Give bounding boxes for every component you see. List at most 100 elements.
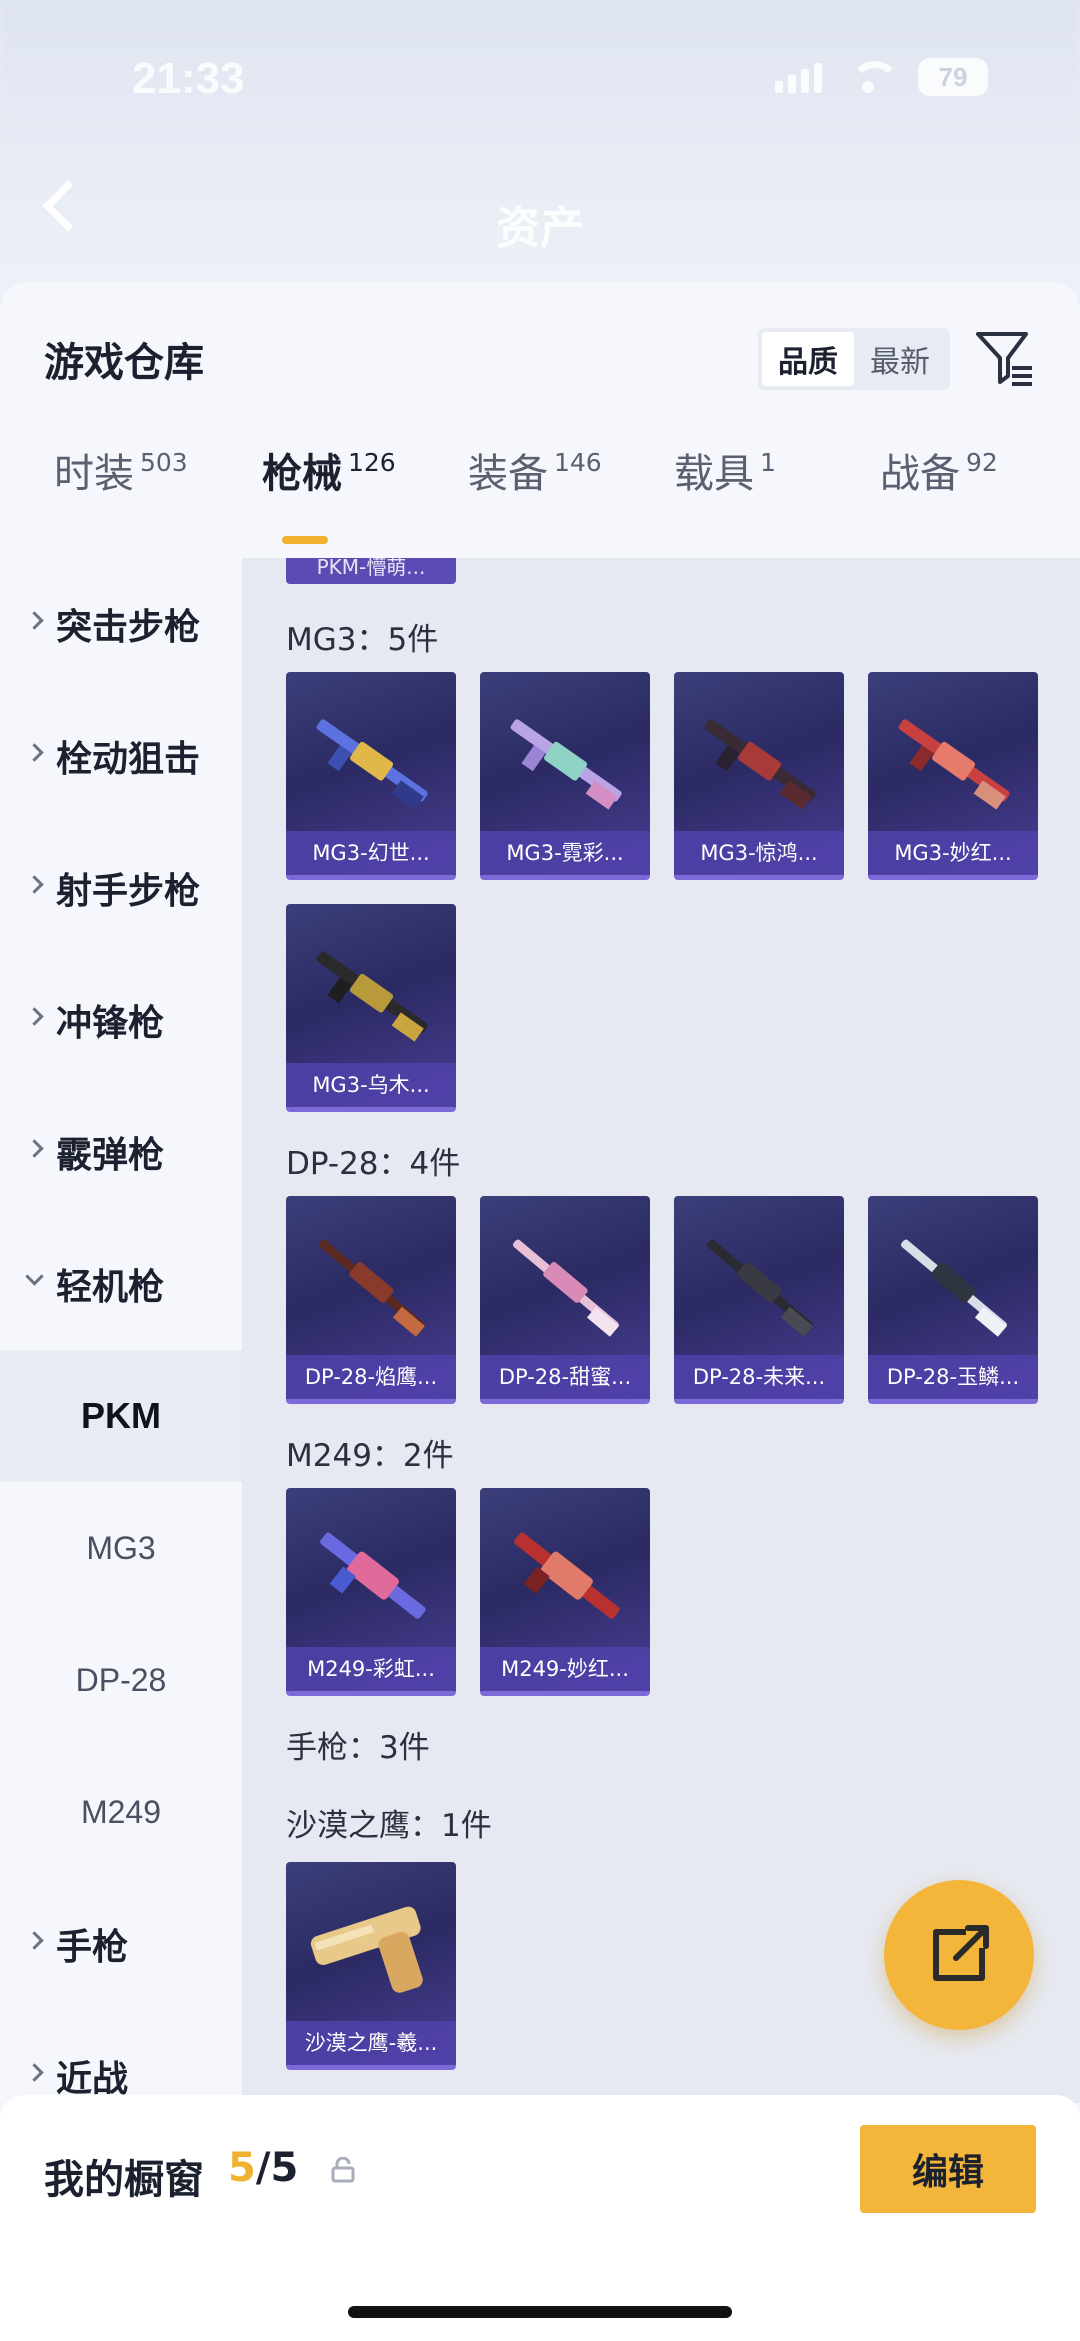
sidebar-item-assault-rifle[interactable]: 突击步枪 bbox=[0, 558, 242, 690]
sidebar-item-label: 栓动狙击 bbox=[56, 739, 201, 780]
chevron-right-icon bbox=[25, 1007, 44, 1026]
active-tab-indicator bbox=[282, 536, 328, 544]
sidebar-item-bolt-sniper[interactable]: 栓动狙击 bbox=[0, 690, 242, 822]
sidebar-item-label: 突击步枪 bbox=[56, 607, 201, 648]
signal-icon bbox=[775, 61, 822, 93]
item-card[interactable]: MG3-惊鸿... bbox=[674, 672, 844, 880]
group-title-mg3: MG3：5件 bbox=[286, 622, 439, 658]
item-card[interactable]: MG3-霓彩... bbox=[480, 672, 650, 880]
category-tabs: 时装 503 枪械 126 装备 146 载具 1 战备 92 bbox=[0, 432, 1080, 542]
group-title-pistol: 手枪：3件 bbox=[286, 1730, 430, 1766]
tab-label: 枪械 bbox=[262, 451, 342, 497]
sidebar-item-label: 轻机枪 bbox=[56, 1267, 165, 1308]
tab-costume[interactable]: 时装 503 bbox=[54, 432, 188, 542]
item-card-caption: MG3-妙红... bbox=[868, 831, 1038, 875]
battery-icon: 79 bbox=[918, 58, 988, 96]
showcase-current: 5 bbox=[228, 2145, 256, 2191]
lmg-skin-icon bbox=[514, 1532, 620, 1619]
sidebar-item-lmg[interactable]: 轻机枪 bbox=[0, 1218, 242, 1350]
item-card[interactable]: M249-妙红... bbox=[480, 1488, 650, 1696]
item-card[interactable]: DP-28-焰鹰... bbox=[286, 1196, 456, 1404]
item-card-caption: 沙漠之鹰-羲... bbox=[286, 2021, 456, 2065]
tab-label: 时装 bbox=[54, 451, 134, 497]
item-card-caption: DP-28-甜蜜... bbox=[480, 1355, 650, 1399]
item-card[interactable]: DP-28-未来... bbox=[674, 1196, 844, 1404]
lmg-skin-icon bbox=[320, 1532, 426, 1619]
tab-count: 503 bbox=[140, 448, 188, 477]
sort-latest-button[interactable]: 最新 bbox=[854, 332, 946, 386]
lmg-skin-icon bbox=[510, 719, 622, 810]
item-grid: PKM-懵萌... MG3：5件 MG3-幻世... MG3-霓彩... MG3… bbox=[242, 558, 1080, 2103]
group-title-m249: M249：2件 bbox=[286, 1438, 454, 1474]
sidebar-item-marksman-rifle[interactable]: 射手步枪 bbox=[0, 822, 242, 954]
sidebar-item-pistol[interactable]: 手枪 bbox=[0, 1878, 242, 2010]
sidebar-subitem-m249[interactable]: M249 bbox=[0, 1746, 242, 1878]
item-card-caption: MG3-幻世... bbox=[286, 831, 456, 875]
sidebar-item-smg[interactable]: 冲锋枪 bbox=[0, 954, 242, 1086]
tab-count: 1 bbox=[760, 448, 776, 477]
tab-vehicles[interactable]: 载具 1 bbox=[674, 432, 776, 542]
page-title: 资产 bbox=[496, 203, 584, 254]
lock-icon bbox=[331, 2157, 355, 2183]
item-card[interactable]: MG3-乌木... bbox=[286, 904, 456, 1112]
tab-battle-gear[interactable]: 战备 92 bbox=[880, 432, 998, 542]
lmg-skin-icon bbox=[316, 719, 428, 810]
lmg-skin-icon bbox=[706, 1239, 813, 1337]
sidebar-item-label: 霰弹枪 bbox=[56, 1135, 165, 1176]
chevron-right-icon bbox=[25, 611, 44, 630]
lmg-skin-icon bbox=[318, 1239, 425, 1337]
chevron-right-icon bbox=[25, 875, 44, 894]
chevron-down-icon bbox=[25, 1267, 44, 1286]
home-indicator bbox=[348, 2306, 732, 2318]
tab-count: 92 bbox=[966, 448, 998, 477]
item-card-caption: M249-妙红... bbox=[480, 1647, 650, 1691]
item-card[interactable]: PKM-懵萌... bbox=[286, 558, 456, 584]
wifi-icon bbox=[848, 61, 900, 93]
lmg-skin-icon bbox=[900, 1239, 1007, 1337]
sort-toggle: 品质 最新 bbox=[758, 328, 950, 390]
status-icons: 79 bbox=[775, 58, 988, 96]
sidebar-item-shotgun[interactable]: 霰弹枪 bbox=[0, 1086, 242, 1218]
item-card-caption: MG3-乌木... bbox=[286, 1063, 456, 1107]
sidebar-item-label: 射手步枪 bbox=[56, 871, 201, 912]
sidebar-subitem-mg3[interactable]: MG3 bbox=[0, 1482, 242, 1614]
tab-label: 战备 bbox=[880, 451, 960, 497]
showcase-total: /5 bbox=[255, 2145, 299, 2191]
tab-firearms[interactable]: 枪械 126 bbox=[262, 432, 396, 542]
group-title-deagle: 沙漠之鹰：1件 bbox=[286, 1808, 492, 1844]
showcase-bar: 我的橱窗 5/5 编辑 bbox=[0, 2095, 1080, 2341]
status-time: 21:33 bbox=[132, 54, 245, 103]
sidebar-item-label: 冲锋枪 bbox=[56, 1003, 165, 1044]
tab-equipment[interactable]: 装备 146 bbox=[468, 432, 602, 542]
item-card[interactable]: M249-彩虹... bbox=[286, 1488, 456, 1696]
tab-label: 装备 bbox=[468, 451, 548, 497]
sidebar-subitem-pkm[interactable]: PKM bbox=[0, 1350, 242, 1482]
sheet-title: 游戏仓库 bbox=[44, 340, 204, 386]
sidebar-subitem-dp28[interactable]: DP-28 bbox=[0, 1614, 242, 1746]
tab-count: 126 bbox=[348, 448, 396, 477]
item-card[interactable]: MG3-幻世... bbox=[286, 672, 456, 880]
lmg-skin-icon bbox=[512, 1239, 619, 1337]
chevron-right-icon bbox=[25, 1139, 44, 1158]
edit-button[interactable]: 编辑 bbox=[860, 2125, 1036, 2213]
item-card-caption: DP-28-未来... bbox=[674, 1355, 844, 1399]
item-card[interactable]: MG3-妙红... bbox=[868, 672, 1038, 880]
status-bar: 21:33 79 bbox=[0, 40, 1080, 120]
warehouse-sheet: 游戏仓库 品质 最新 时装 503 枪械 126 装备 146 载具 1 战备 … bbox=[0, 282, 1080, 2341]
item-card[interactable]: DP-28-玉鳞... bbox=[868, 1196, 1038, 1404]
lmg-skin-icon bbox=[704, 719, 816, 810]
tab-count: 146 bbox=[554, 448, 602, 477]
tab-label: 载具 bbox=[674, 451, 754, 497]
lmg-skin-icon bbox=[316, 951, 428, 1042]
sort-quality-button[interactable]: 品质 bbox=[762, 332, 854, 386]
share-button[interactable] bbox=[884, 1880, 1034, 2030]
item-card[interactable]: 沙漠之鹰-羲... bbox=[286, 1862, 456, 2070]
showcase-count: 5/5 bbox=[228, 2145, 298, 2191]
group-title-dp28: DP-28：4件 bbox=[286, 1146, 461, 1182]
item-card-caption: DP-28-焰鹰... bbox=[286, 1355, 456, 1399]
pistol-skin-icon bbox=[310, 1906, 423, 1993]
filter-icon[interactable] bbox=[972, 326, 1036, 390]
item-card[interactable]: DP-28-甜蜜... bbox=[480, 1196, 650, 1404]
sidebar-item-label: 手枪 bbox=[56, 1927, 129, 1968]
item-card-caption: MG3-惊鸿... bbox=[674, 831, 844, 875]
